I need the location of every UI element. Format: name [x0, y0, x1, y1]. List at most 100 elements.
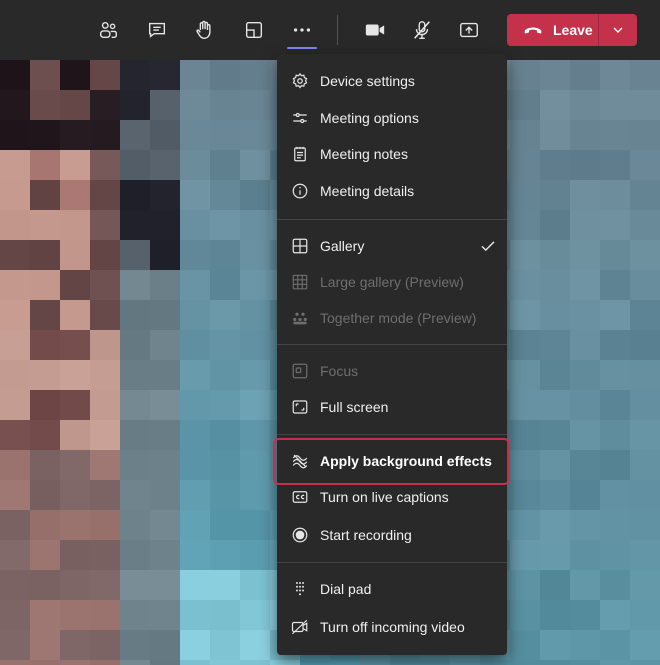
toolbar-divider: [337, 15, 338, 45]
video-pixel: [210, 180, 240, 210]
video-pixel: [600, 60, 630, 90]
video-pixel: [570, 510, 600, 540]
menu-item-meeting-options[interactable]: Meeting options: [277, 100, 507, 136]
video-pixel: [150, 150, 180, 180]
video-pixel: [510, 420, 540, 450]
video-pixel: [240, 330, 270, 360]
video-pixel: [570, 570, 600, 600]
dialpad-icon: [291, 580, 309, 598]
leave-main-button[interactable]: Leave: [507, 14, 598, 46]
participants-icon[interactable]: [90, 12, 126, 48]
video-pixel: [240, 120, 270, 150]
camera-icon[interactable]: [357, 12, 393, 48]
video-pixel: [210, 330, 240, 360]
video-pixel: [60, 120, 90, 150]
video-pixel: [120, 420, 150, 450]
video-pixel: [540, 600, 570, 630]
video-pixel: [60, 60, 90, 90]
video-pixel: [210, 360, 240, 390]
video-pixel: [150, 300, 180, 330]
video-pixel: [330, 660, 360, 665]
mic-off-icon[interactable]: [404, 12, 440, 48]
video-pixel: [540, 390, 570, 420]
video-pixel: [0, 270, 30, 300]
video-pixel: [630, 480, 660, 510]
video-pixel: [0, 420, 30, 450]
video-pixel: [540, 120, 570, 150]
video-pixel: [90, 630, 120, 660]
chat-icon[interactable]: [139, 12, 175, 48]
video-pixel: [30, 660, 60, 665]
video-pixel: [60, 510, 90, 540]
video-pixel: [540, 480, 570, 510]
video-pixel: [510, 180, 540, 210]
together-mode-icon: [291, 309, 309, 327]
video-pixel: [210, 510, 240, 540]
video-pixel: [180, 420, 210, 450]
menu-item-meeting-notes[interactable]: Meeting notes: [277, 136, 507, 172]
video-pixel: [570, 330, 600, 360]
video-pixel: [120, 300, 150, 330]
video-pixel: [210, 600, 240, 630]
video-pixel: [480, 660, 510, 665]
video-pixel: [150, 270, 180, 300]
video-pixel: [570, 240, 600, 270]
video-pixel: [30, 570, 60, 600]
menu-item-label: Device settings: [320, 73, 415, 89]
video-pixel: [30, 210, 60, 240]
video-pixel: [120, 630, 150, 660]
video-pixel: [510, 330, 540, 360]
video-pixel: [600, 660, 630, 665]
rooms-icon[interactable]: [236, 12, 272, 48]
share-icon[interactable]: [451, 12, 487, 48]
video-pixel: [600, 270, 630, 300]
video-pixel: [180, 180, 210, 210]
video-pixel: [210, 210, 240, 240]
video-pixel: [180, 60, 210, 90]
video-pixel: [0, 120, 30, 150]
video-pixel: [60, 660, 90, 665]
highlight-outline: [273, 438, 510, 485]
video-pixel: [120, 660, 150, 665]
video-pixel: [60, 90, 90, 120]
video-pixel: [150, 420, 180, 450]
menu-item-dial-pad[interactable]: Dial pad: [277, 571, 507, 607]
video-pixel: [210, 90, 240, 120]
video-pixel: [540, 210, 570, 240]
raise-hand-icon[interactable]: [186, 12, 222, 48]
video-pixel: [630, 390, 660, 420]
video-pixel: [510, 90, 540, 120]
video-pixel: [570, 90, 600, 120]
video-pixel: [600, 360, 630, 390]
video-pixel: [0, 360, 30, 390]
video-pixel: [450, 660, 480, 665]
video-pixel: [150, 120, 180, 150]
video-pixel: [150, 570, 180, 600]
video-pixel: [600, 240, 630, 270]
video-pixel: [240, 540, 270, 570]
menu-item-label: Meeting details: [320, 183, 415, 199]
video-pixel: [510, 120, 540, 150]
menu-item-turn-off-incoming-video[interactable]: Turn off incoming video: [277, 609, 507, 645]
video-pixel: [0, 660, 30, 665]
video-pixel: [150, 240, 180, 270]
menu-item-device-settings[interactable]: Device settings: [277, 63, 507, 99]
menu-item-start-recording[interactable]: Start recording: [277, 517, 507, 553]
video-pixel: [210, 540, 240, 570]
video-pixel: [540, 420, 570, 450]
menu-item-full-screen[interactable]: Full screen: [277, 389, 507, 425]
video-pixel: [60, 240, 90, 270]
video-pixel: [570, 120, 600, 150]
video-pixel: [150, 450, 180, 480]
video-pixel: [120, 90, 150, 120]
menu-item-label: Meeting notes: [320, 146, 408, 162]
video-pixel: [570, 480, 600, 510]
menu-item-gallery[interactable]: Gallery: [277, 228, 507, 264]
video-pixel: [210, 270, 240, 300]
leave-button[interactable]: Leave: [507, 14, 637, 46]
menu-item-meeting-details[interactable]: Meeting details: [277, 173, 507, 209]
leave-options-button[interactable]: [599, 14, 637, 46]
more-actions-icon[interactable]: [284, 12, 320, 48]
video-pixel: [30, 120, 60, 150]
video-pixel: [0, 210, 30, 240]
